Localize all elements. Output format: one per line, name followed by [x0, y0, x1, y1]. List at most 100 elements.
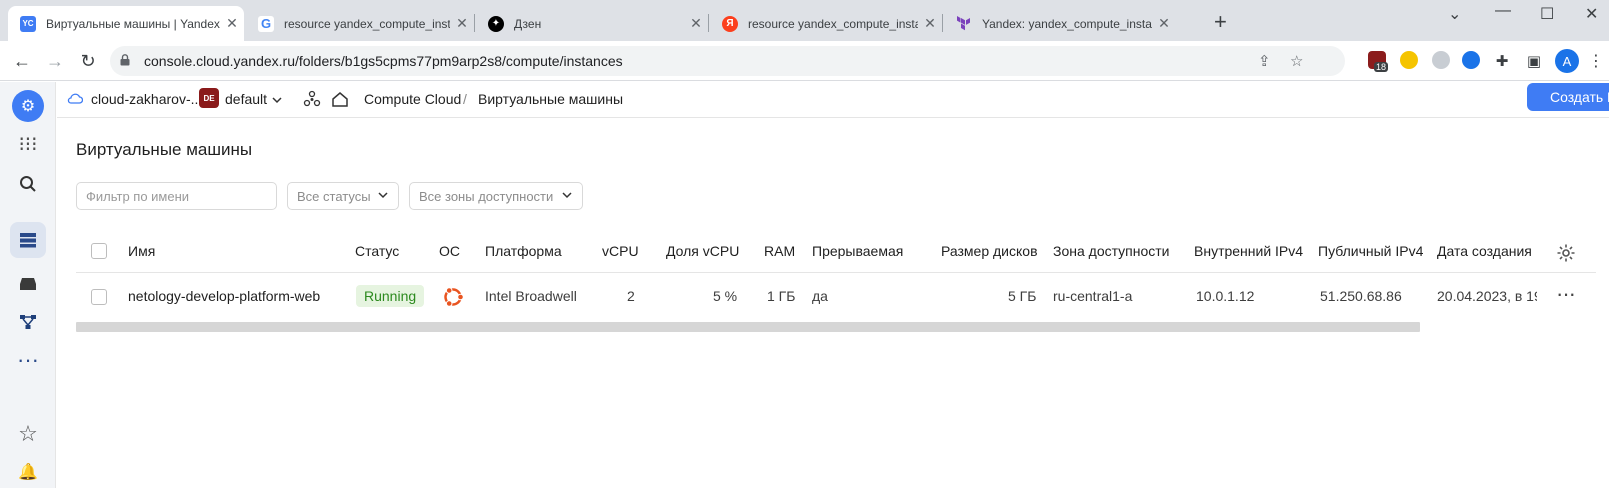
browser-tab-5[interactable]: Yandex: yandex_compute_instance ✕	[944, 6, 1176, 41]
column-header-created[interactable]: Дата создания	[1437, 243, 1532, 259]
browser-tab-1[interactable]: YC Виртуальные машины | Yandex Cloud ✕	[8, 6, 244, 41]
column-header-vcpu[interactable]: vCPU	[602, 243, 639, 259]
browser-toolbar: ← → ↻ console.cloud.yandex.ru/folders/b1…	[0, 41, 1609, 81]
more-icon[interactable]: ···	[14, 346, 42, 374]
chevron-down-icon	[378, 192, 388, 199]
extension-badge: 18	[1374, 62, 1389, 72]
column-header-zone[interactable]: Зона доступности	[1053, 243, 1170, 259]
column-header-disk-size[interactable]: Размер дисков	[941, 243, 1038, 259]
services-grid-icon[interactable]: ⁝⁝⁝	[14, 130, 42, 158]
zone-filter-value: Все зоны доступности	[419, 188, 554, 204]
folder-selector[interactable]: default	[225, 91, 267, 107]
browser-menu-icon[interactable]: ⋮	[1584, 49, 1608, 73]
horizontal-scrollbar[interactable]	[76, 322, 1420, 332]
google-icon: G	[258, 15, 274, 32]
column-header-preemptible[interactable]: Прерываемая	[812, 243, 903, 259]
browser-tab-4[interactable]: Я resource yandex_compute_instance ✕	[710, 6, 942, 41]
notifications-bell-icon[interactable]: 🔔	[14, 458, 42, 486]
tab-title: Виртуальные машины | Yandex Cloud	[46, 16, 220, 31]
ram-cell: 1 ГБ	[767, 288, 796, 304]
browser-tab-2[interactable]: G resource yandex_compute_instance ✕	[246, 6, 474, 41]
translate-icon[interactable]	[1462, 51, 1480, 69]
ubuntu-icon	[444, 287, 464, 307]
compute-instances-icon[interactable]	[10, 222, 46, 258]
url-text[interactable]: console.cloud.yandex.ru/folders/b1gs5cpm…	[144, 53, 623, 69]
close-icon[interactable]: ✕	[220, 15, 244, 32]
lock-icon	[120, 54, 130, 66]
favorites-star-icon[interactable]: ☆	[14, 420, 42, 448]
row-checkbox[interactable]	[91, 289, 107, 305]
extension-icon[interactable]	[1400, 51, 1418, 69]
terraform-icon	[956, 15, 972, 32]
search-icon[interactable]	[14, 170, 42, 198]
preemptible-cell: да	[812, 288, 828, 304]
new-tab-button[interactable]: +	[1214, 11, 1227, 33]
folder-badge: DE	[199, 88, 219, 108]
side-panel-icon[interactable]: ▣	[1522, 49, 1546, 73]
name-filter-field[interactable]	[76, 182, 277, 210]
tab-title: Yandex: yandex_compute_instance	[982, 16, 1152, 31]
app-sidebar: ⚙ ⁝⁝⁝ ··· ☆ 🔔	[0, 82, 56, 488]
vm-name-link[interactable]: netology-develop-platform-web	[128, 288, 320, 304]
yandex-icon: Я	[722, 15, 738, 32]
vcpu-cell: 2	[627, 288, 635, 304]
cloud-logo-icon[interactable]: ⚙	[12, 90, 44, 122]
column-header-platform[interactable]: Платформа	[485, 243, 562, 259]
chevron-down-icon	[562, 192, 572, 199]
page-title: Виртуальные машины	[76, 140, 253, 159]
column-header-internal-ip[interactable]: Внутренний IPv4	[1194, 243, 1303, 259]
home-icon[interactable]	[331, 90, 349, 108]
close-icon[interactable]: ✕	[684, 15, 708, 32]
dzen-icon: ✦	[488, 15, 504, 32]
status-filter-select[interactable]: Все статусы	[287, 182, 399, 210]
close-icon[interactable]: ✕	[918, 15, 942, 32]
table-header-divider	[76, 272, 1596, 273]
column-header-ram[interactable]: RAM	[764, 243, 795, 259]
browser-tab-strip: YC Виртуальные машины | Yandex Cloud ✕ G…	[0, 0, 1609, 41]
tab-search-icon[interactable]: ⌄	[1448, 4, 1461, 24]
create-vm-button[interactable]: Создать ВМ	[1527, 83, 1609, 111]
column-header-status[interactable]: Статус	[355, 243, 399, 259]
reload-icon[interactable]: ↻	[76, 49, 100, 73]
address-bar[interactable]: console.cloud.yandex.ru/folders/b1gs5cpm…	[110, 46, 1345, 76]
tab-title: Дзен	[514, 16, 542, 31]
network-icon[interactable]	[14, 308, 42, 336]
disks-icon[interactable]	[14, 270, 42, 298]
bookmark-star-icon[interactable]: ☆	[1290, 52, 1303, 70]
cloud-selector[interactable]: cloud-zakharov-...	[91, 91, 202, 107]
window-close-icon[interactable]: ✕	[1585, 4, 1598, 24]
close-icon[interactable]: ✕	[1152, 15, 1176, 32]
table-settings-gear-icon[interactable]	[1556, 243, 1576, 263]
tab-divider	[942, 14, 943, 32]
breadcrumb-compute-cloud[interactable]: Compute Cloud	[364, 91, 461, 107]
vcpu-share-cell: 5 %	[713, 288, 738, 304]
service-map-icon[interactable]	[303, 90, 321, 108]
public-ip-cell: 51.250.68.86	[1320, 288, 1402, 304]
column-header-os[interactable]: ОС	[439, 243, 460, 259]
tab-title: resource yandex_compute_instance	[284, 16, 450, 31]
console-header: cloud-zakharov-... DE default Compute Cl…	[57, 82, 1609, 118]
browser-tab-3[interactable]: ✦ Дзен ✕	[476, 6, 708, 41]
share-icon[interactable]: ⇪	[1258, 52, 1271, 70]
row-actions-icon[interactable]: ···	[1556, 281, 1576, 307]
maximize-icon[interactable]: ☐	[1540, 4, 1554, 24]
minimize-icon[interactable]: —	[1495, 2, 1511, 20]
chevron-down-icon[interactable]	[271, 94, 283, 106]
close-icon[interactable]: ✕	[450, 15, 474, 32]
select-all-checkbox[interactable]	[91, 243, 107, 259]
back-icon[interactable]: ←	[10, 49, 34, 73]
column-header-name[interactable]: Имя	[128, 243, 155, 259]
name-filter-input[interactable]	[86, 188, 266, 204]
breadcrumb-separator: /	[463, 91, 467, 107]
forward-icon[interactable]: →	[43, 49, 67, 73]
cloud-icon	[67, 93, 83, 104]
tab-divider	[474, 14, 475, 32]
zone-filter-select[interactable]: Все зоны доступности	[409, 182, 583, 210]
zone-cell: ru-central1-a	[1053, 288, 1133, 304]
column-header-vcpu-share[interactable]: Доля vCPU	[666, 243, 739, 259]
disk-size-cell: 5 ГБ	[1008, 288, 1037, 304]
extension-icon[interactable]	[1432, 51, 1450, 69]
column-header-public-ip[interactable]: Публичный IPv4	[1318, 243, 1423, 259]
profile-avatar[interactable]: A	[1555, 49, 1579, 73]
extensions-puzzle-icon[interactable]: ✚	[1490, 49, 1514, 73]
